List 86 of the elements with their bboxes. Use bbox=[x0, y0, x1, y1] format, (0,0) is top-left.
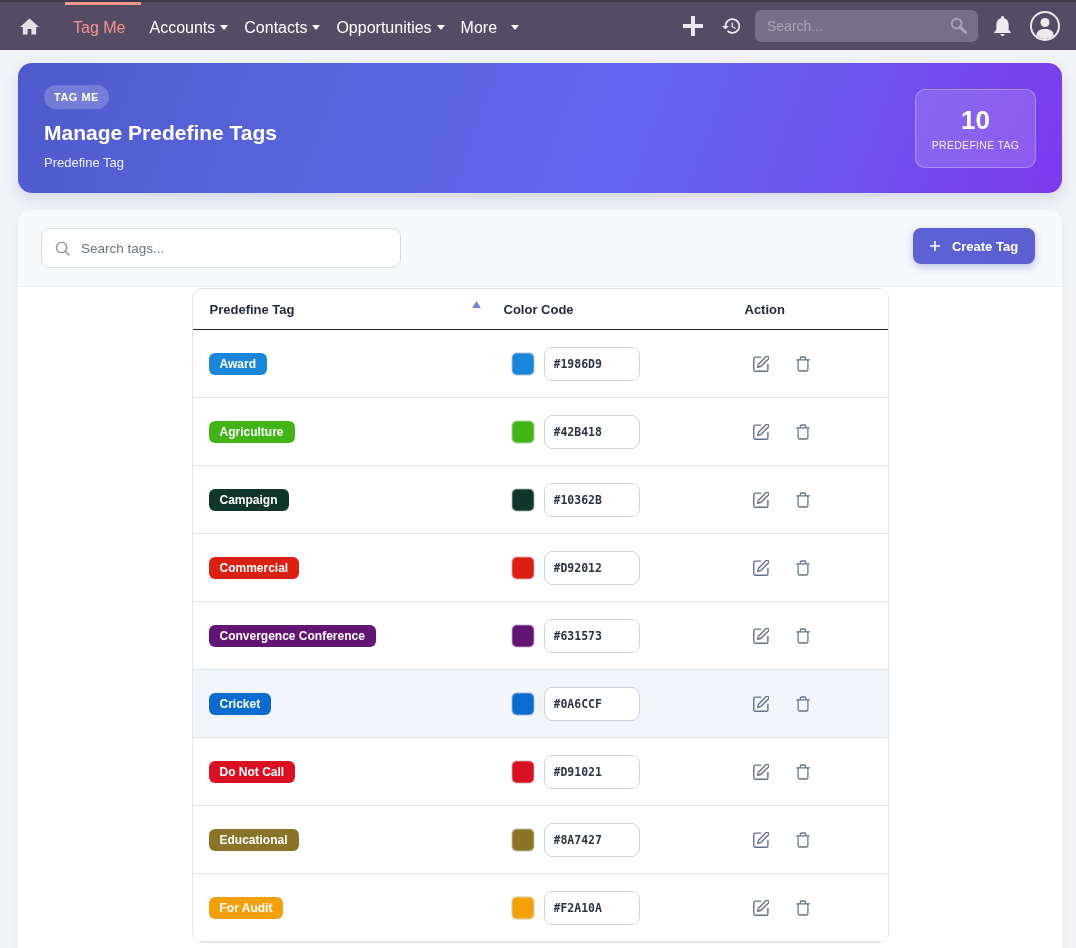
trash-icon bbox=[795, 355, 810, 372]
trash-icon bbox=[795, 627, 810, 644]
column-header[interactable]: Color Code bbox=[503, 301, 574, 317]
search-icon bbox=[55, 241, 70, 256]
color-swatch-icon[interactable] bbox=[511, 352, 534, 375]
tag-badge: Award bbox=[208, 352, 267, 375]
edit-button[interactable] bbox=[750, 829, 771, 850]
column-header[interactable]: Action bbox=[744, 301, 785, 317]
edit-button[interactable] bbox=[750, 557, 771, 578]
delete-button[interactable] bbox=[793, 489, 812, 510]
tag-badge: Educational bbox=[208, 828, 299, 851]
edit-icon bbox=[752, 627, 769, 644]
search-field[interactable]: Search tags... bbox=[41, 228, 401, 268]
color-swatch-icon[interactable] bbox=[511, 760, 534, 783]
sort-icon[interactable] bbox=[471, 300, 481, 308]
color-code-field[interactable]: #631573 bbox=[543, 618, 640, 653]
page-subtitle: Predefine Tag bbox=[44, 155, 124, 171]
delete-button[interactable] bbox=[793, 625, 812, 646]
edit-icon bbox=[752, 763, 769, 780]
plus-icon bbox=[929, 241, 940, 251]
create-tag-button[interactable]: Create Tag bbox=[913, 228, 1035, 264]
avatar-icon[interactable] bbox=[1030, 11, 1060, 41]
color-code-field[interactable]: #8A7427 bbox=[543, 822, 640, 857]
edit-icon bbox=[752, 899, 769, 916]
edit-icon bbox=[752, 355, 769, 372]
edit-icon bbox=[752, 695, 769, 712]
color-swatch-icon[interactable] bbox=[511, 488, 534, 511]
page-title: Manage Predefine Tags bbox=[44, 120, 277, 145]
color-code-field[interactable]: #42B418 bbox=[543, 414, 640, 449]
trash-icon bbox=[795, 899, 810, 916]
color-code-field[interactable]: #1986D9 bbox=[543, 346, 640, 381]
color-code-field[interactable]: #10362B bbox=[543, 482, 640, 517]
edit-button[interactable] bbox=[750, 761, 771, 782]
color-code-field[interactable]: #0A6CCF bbox=[543, 686, 640, 721]
edit-icon bbox=[752, 831, 769, 848]
trash-icon bbox=[795, 763, 810, 780]
color-swatch-icon[interactable] bbox=[511, 624, 534, 647]
plus-icon[interactable] bbox=[683, 16, 703, 36]
edit-icon bbox=[752, 559, 769, 576]
tag-badge: Do Not Call bbox=[208, 760, 296, 783]
history-icon[interactable] bbox=[722, 18, 741, 34]
edit-button[interactable] bbox=[750, 897, 771, 918]
color-swatch-icon[interactable] bbox=[511, 692, 534, 715]
tag-badge: Commercial bbox=[208, 556, 300, 579]
edit-button[interactable] bbox=[750, 693, 771, 714]
color-code-field[interactable]: #D92012 bbox=[543, 550, 640, 585]
tag-badge: Agriculture bbox=[208, 420, 295, 443]
tag-badge: Campaign bbox=[208, 488, 289, 511]
nav-link[interactable]: More bbox=[452, 2, 528, 50]
page-badge: TAG ME bbox=[44, 85, 109, 109]
stat-value: 10 bbox=[961, 105, 990, 135]
nav-link[interactable]: Tag Me bbox=[65, 2, 142, 50]
color-swatch-icon[interactable] bbox=[511, 420, 534, 443]
edit-icon bbox=[752, 423, 769, 440]
edit-button[interactable] bbox=[750, 625, 771, 646]
delete-button[interactable] bbox=[793, 421, 812, 442]
delete-button[interactable] bbox=[793, 353, 812, 374]
trash-icon bbox=[795, 559, 810, 576]
trash-icon bbox=[795, 491, 810, 508]
edit-button[interactable] bbox=[750, 421, 771, 442]
tag-badge: Convergence Conference bbox=[208, 624, 376, 647]
delete-button[interactable] bbox=[793, 829, 812, 850]
color-code-field[interactable]: #F2A10A bbox=[543, 890, 640, 925]
nav-link[interactable]: Contacts bbox=[236, 2, 329, 50]
tag-badge: Cricket bbox=[208, 692, 272, 715]
color-swatch-icon[interactable] bbox=[511, 896, 534, 919]
edit-icon bbox=[752, 491, 769, 508]
bell-icon[interactable] bbox=[993, 16, 1012, 36]
trash-icon bbox=[795, 423, 810, 440]
color-code-field[interactable]: #D91021 bbox=[543, 754, 640, 789]
edit-button[interactable] bbox=[750, 353, 771, 374]
delete-button[interactable] bbox=[793, 557, 812, 578]
color-swatch-icon[interactable] bbox=[511, 556, 534, 579]
nav-link[interactable]: Opportunities bbox=[328, 2, 453, 50]
edit-button[interactable] bbox=[750, 489, 771, 510]
delete-button[interactable] bbox=[793, 761, 812, 782]
trash-icon bbox=[795, 695, 810, 712]
trash-icon bbox=[795, 831, 810, 848]
tag-badge: For Audit bbox=[208, 896, 284, 919]
home-icon[interactable] bbox=[20, 17, 39, 35]
nav-link[interactable]: Accounts bbox=[141, 2, 237, 50]
delete-button[interactable] bbox=[793, 897, 812, 918]
column-header[interactable]: Predefine Tag bbox=[209, 301, 295, 317]
stat-label: PREDEFINE TAG bbox=[931, 139, 1020, 151]
delete-button[interactable] bbox=[793, 693, 812, 714]
color-swatch-icon[interactable] bbox=[511, 828, 534, 851]
